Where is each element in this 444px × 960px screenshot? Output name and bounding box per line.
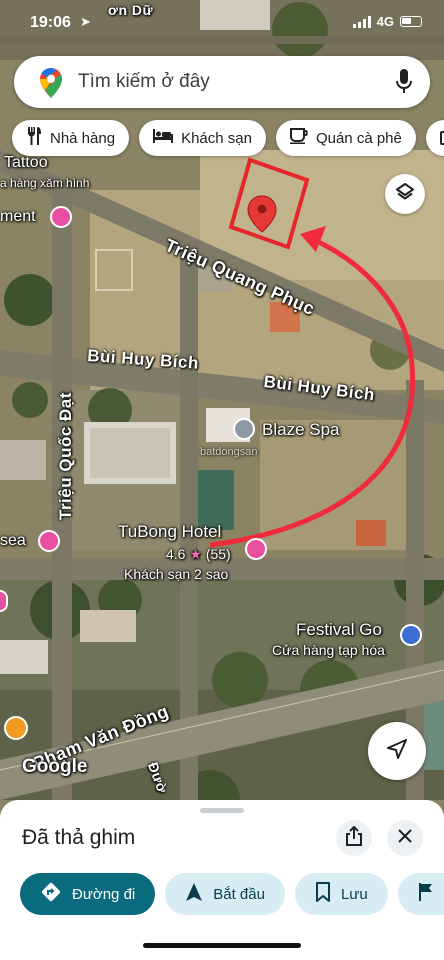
layers-button[interactable] bbox=[385, 174, 425, 214]
chip-shopping[interactable] bbox=[425, 120, 444, 156]
chip-label: Quán cà phê bbox=[315, 129, 402, 147]
flag-button[interactable]: T bbox=[397, 873, 444, 915]
category-chips: Nhà hàng Khách sạn Quán cà phê bbox=[12, 120, 444, 156]
close-button[interactable] bbox=[387, 820, 423, 856]
home-indicator[interactable] bbox=[143, 943, 301, 948]
my-location-button[interactable] bbox=[368, 722, 426, 780]
review-count: (55) bbox=[205, 546, 231, 562]
directions-button[interactable]: Đường đi bbox=[20, 873, 156, 915]
chip-cafes[interactable]: Quán cà phê bbox=[275, 120, 416, 156]
star-icon: ★ bbox=[189, 546, 202, 562]
place-label-left-hotel[interactable]: ment bbox=[0, 208, 36, 226]
hotel-poi-icon[interactable] bbox=[50, 206, 72, 228]
chip-label: Khách sạn bbox=[181, 129, 252, 147]
chip-restaurants[interactable]: Nhà hàng bbox=[12, 120, 130, 156]
restaurant-poi-icon[interactable] bbox=[4, 716, 28, 740]
search-bar[interactable]: Tìm kiếm ở đây bbox=[14, 56, 430, 108]
directions-icon bbox=[40, 881, 62, 907]
rating-value: 4.6 bbox=[166, 546, 186, 562]
close-icon bbox=[398, 828, 412, 848]
directions-label: Đường đi bbox=[72, 885, 136, 903]
battery-icon bbox=[400, 16, 422, 27]
hotel-icon bbox=[153, 129, 174, 147]
share-icon bbox=[346, 825, 362, 851]
start-label: Bắt đầu bbox=[213, 885, 265, 903]
action-buttons: Đường đi Bắt đầu Lưu T bbox=[20, 873, 444, 915]
place-label-tattoo-sub: a hàng xăm hình bbox=[0, 176, 90, 190]
navigation-arrow-icon bbox=[185, 882, 203, 906]
place-label-tubong-category: Khách sạn 2 sao bbox=[124, 566, 229, 582]
bottom-sheet[interactable]: Đã thả ghim Đường đi Bắt đầu Lưu bbox=[0, 800, 444, 960]
network-type: 4G bbox=[376, 14, 394, 29]
layers-icon bbox=[395, 182, 415, 207]
place-label-sea[interactable]: sea bbox=[0, 532, 26, 550]
shopping-bag-icon bbox=[439, 127, 444, 149]
place-label-festival-go[interactable]: Festival Go bbox=[296, 620, 382, 640]
chip-label: Nhà hàng bbox=[50, 129, 116, 147]
spa-poi-icon[interactable] bbox=[233, 418, 255, 440]
flag-icon bbox=[418, 882, 434, 906]
mic-icon[interactable] bbox=[396, 69, 412, 100]
cafe-icon bbox=[289, 128, 308, 148]
street-label-trieu-quoc-dat: Triệu Quốc Đạt bbox=[56, 392, 75, 520]
sheet-title: Đã thả ghim bbox=[22, 826, 136, 849]
status-time: 19:06 bbox=[30, 14, 71, 31]
save-button[interactable]: Lưu bbox=[294, 873, 388, 915]
share-button[interactable] bbox=[336, 820, 372, 856]
sheet-drag-handle[interactable] bbox=[200, 808, 244, 813]
watermark: batdongsan bbox=[200, 446, 258, 458]
place-label-tubong-hotel[interactable]: TuBong Hotel bbox=[118, 522, 221, 542]
navigation-arrow-icon bbox=[386, 738, 408, 765]
status-right: 4G bbox=[352, 14, 422, 29]
place-label-tattoo[interactable]: Tattoo bbox=[4, 154, 48, 172]
bookmark-icon bbox=[315, 882, 331, 906]
save-label: Lưu bbox=[340, 885, 368, 903]
hotel-poi-icon[interactable] bbox=[245, 538, 267, 560]
search-placeholder[interactable]: Tìm kiếm ở đây bbox=[78, 71, 210, 93]
maps-pin-logo bbox=[40, 68, 62, 103]
tubong-rating: 4.6 ★ (55) bbox=[166, 546, 231, 563]
signal-icon bbox=[352, 15, 371, 28]
chip-hotels[interactable]: Khách sạn bbox=[139, 120, 266, 156]
status-bar: 19:06 ➤ 4G bbox=[0, 0, 444, 44]
place-label-blaze-spa[interactable]: Blaze Spa bbox=[262, 420, 340, 440]
location-arrow-icon: ➤ bbox=[80, 14, 91, 29]
restaurant-icon bbox=[26, 127, 42, 149]
shopping-poi-icon[interactable] bbox=[400, 624, 422, 646]
place-label-festival-go-category: Cửa hàng tạp hóa bbox=[272, 642, 385, 658]
start-button[interactable]: Bắt đầu bbox=[165, 873, 285, 915]
hotel-poi-icon[interactable] bbox=[38, 530, 60, 552]
google-logo: Google bbox=[22, 756, 88, 777]
